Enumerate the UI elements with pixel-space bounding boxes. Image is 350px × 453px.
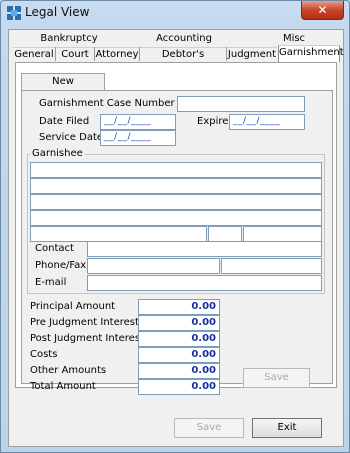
fax-input[interactable] (221, 258, 322, 274)
phone-fax-label: Phone/Fax (35, 260, 87, 271)
total-amount-value: 0.00 (138, 379, 220, 395)
garnishee-state-input[interactable] (208, 226, 242, 242)
close-icon: ✕ (317, 3, 328, 17)
client-area: Bankruptcy Accounting Misc General Court… (8, 29, 344, 447)
garnishee-label: Garnishee (30, 148, 85, 159)
tab-attorney[interactable]: Attorney (95, 47, 139, 61)
contact-label: Contact (35, 243, 74, 254)
subtab-new-garnishment[interactable]: New Garnishment (21, 73, 105, 103)
garnishee-name-input[interactable] (30, 162, 322, 178)
post-judgment-interest-label: Post Judgment Interest (30, 333, 144, 344)
costs-label: Costs (30, 349, 58, 360)
tab-judgment[interactable]: Judgment (227, 47, 277, 61)
post-judgment-interest-value[interactable]: 0.00 (138, 331, 220, 347)
date-filed-mask: __/__/____ (104, 116, 152, 126)
garnishee-zip-input[interactable] (243, 226, 322, 242)
tab-debtors-attorney[interactable]: Debtor's Attorney (140, 47, 226, 73)
costs-value[interactable]: 0.00 (138, 347, 220, 363)
tab-misc[interactable]: Misc (259, 32, 329, 46)
case-number-input[interactable] (177, 96, 305, 112)
case-number-label: Garnishment Case Number (39, 98, 175, 109)
tab-accounting[interactable]: Accounting (139, 32, 229, 46)
garnishee-address1-input[interactable] (30, 178, 322, 194)
tab-court[interactable]: Court (56, 47, 94, 61)
exit-button[interactable]: Exit (252, 418, 322, 438)
service-date-mask: __/__/____ (104, 132, 152, 142)
inner-save-button[interactable]: Save (243, 368, 310, 388)
phone-input[interactable] (87, 258, 220, 274)
principal-amount-label: Principal Amount (30, 301, 116, 312)
date-filed-label: Date Filed (39, 116, 90, 127)
contact-input[interactable] (87, 241, 322, 257)
date-filed-input[interactable]: __/__/____ (100, 114, 176, 130)
save-button[interactable]: Save (174, 418, 244, 438)
legal-view-window: Legal View ✕ Bankruptcy Accounting Misc … (0, 0, 350, 453)
service-date-label: Service Date (39, 132, 104, 143)
expires-input[interactable]: __/__/____ (229, 114, 305, 130)
app-icon (7, 6, 21, 20)
tab-garnishment[interactable]: Garnishment (278, 45, 344, 62)
pre-judgment-interest-label: Pre Judgment Interest (30, 317, 139, 328)
principal-amount-value[interactable]: 0.00 (138, 299, 220, 315)
total-amount-label: Total Amount (30, 381, 96, 392)
email-input[interactable] (87, 275, 322, 291)
pre-judgment-interest-value[interactable]: 0.00 (138, 315, 220, 331)
tab-bankruptcy[interactable]: Bankruptcy (29, 32, 109, 46)
title-bar[interactable]: Legal View ✕ (1, 1, 349, 25)
garnishee-address3-input[interactable] (30, 210, 322, 226)
email-label: E-mail (35, 277, 67, 288)
other-amounts-value[interactable]: 0.00 (138, 363, 220, 379)
garnishee-city-input[interactable] (30, 226, 207, 242)
close-button[interactable]: ✕ (301, 1, 344, 20)
expires-mask: __/__/____ (233, 116, 281, 126)
window-title: Legal View (25, 5, 90, 19)
service-date-input[interactable]: __/__/____ (100, 130, 176, 146)
garnishee-address2-input[interactable] (30, 194, 322, 210)
tab-general[interactable]: General (13, 47, 55, 61)
other-amounts-label: Other Amounts (30, 365, 107, 376)
